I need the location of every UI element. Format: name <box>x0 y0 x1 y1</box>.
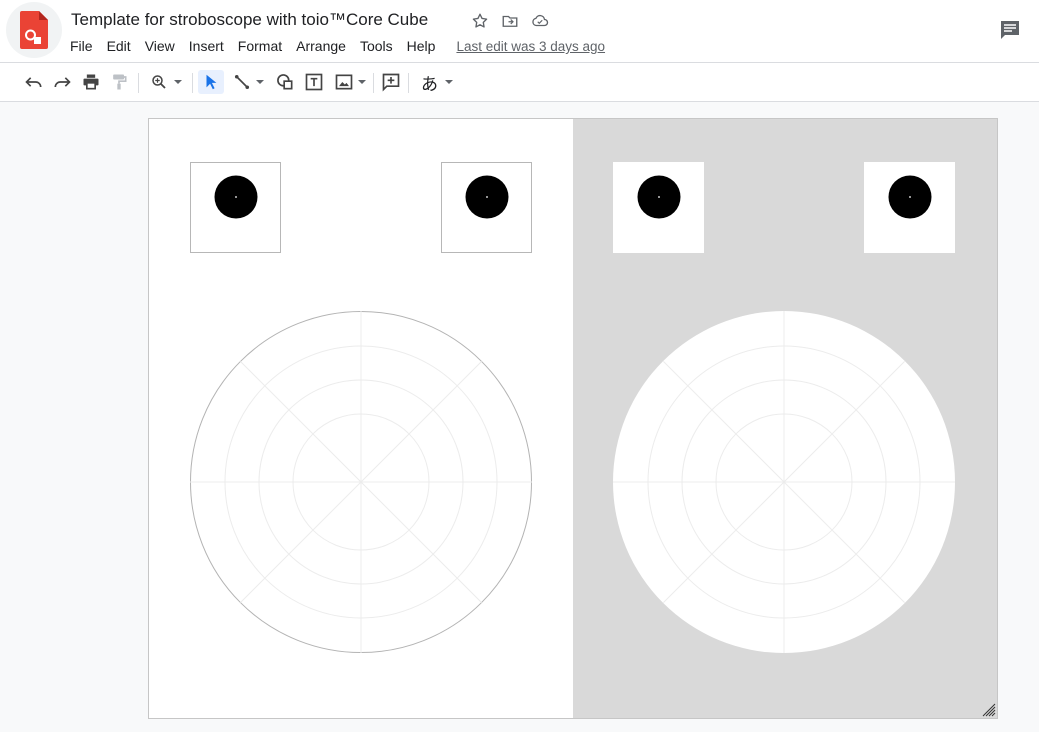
marker-box-top-right[interactable] <box>441 162 532 253</box>
menu-file[interactable]: File <box>63 37 100 57</box>
menu-tools[interactable]: Tools <box>353 37 400 57</box>
select-icon[interactable] <box>198 70 224 94</box>
app-header: Template for stroboscope with toio™Core … <box>0 0 1039 62</box>
add-comment-icon[interactable] <box>379 70 403 94</box>
drawing-canvas[interactable] <box>148 118 998 719</box>
shape-icon[interactable] <box>273 70 297 94</box>
marker-box-grey-right[interactable] <box>864 162 955 253</box>
marker-box-grey-left[interactable] <box>613 162 704 253</box>
paint-format-icon[interactable] <box>107 70 131 94</box>
menu-edit[interactable]: Edit <box>100 37 138 57</box>
star-icon[interactable] <box>470 11 490 31</box>
chevron-down-icon <box>174 80 182 84</box>
toolbar-separator <box>192 73 193 93</box>
menu-arrange[interactable]: Arrange <box>289 37 353 57</box>
menu-view[interactable]: View <box>138 37 182 57</box>
cloud-status-icon[interactable] <box>530 11 550 31</box>
toolbar-separator <box>408 73 409 93</box>
line-icon[interactable] <box>228 70 268 94</box>
marker-box-top-left[interactable] <box>190 162 281 253</box>
input-tools-label: あ <box>421 74 438 95</box>
chevron-down-icon <box>255 80 264 84</box>
drawings-logo-icon[interactable] <box>6 2 62 58</box>
print-icon[interactable] <box>79 70 103 94</box>
document-title[interactable]: Template for stroboscope with toio™Core … <box>71 10 428 30</box>
toolbar: あ <box>0 62 1039 102</box>
undo-icon[interactable] <box>22 70 46 94</box>
text-box-icon[interactable] <box>302 70 326 94</box>
chevron-down-icon <box>358 80 366 84</box>
image-icon[interactable] <box>331 70 369 94</box>
zoom-icon[interactable] <box>145 70 187 94</box>
toolbar-separator <box>138 73 139 93</box>
last-edit-link[interactable]: Last edit was 3 days ago <box>442 37 605 57</box>
move-to-folder-icon[interactable] <box>500 11 520 31</box>
menu-bar: File Edit View Insert Format Arrange Too… <box>63 37 605 57</box>
polar-grid-left[interactable] <box>190 311 532 653</box>
input-tools-icon[interactable]: あ <box>416 70 458 95</box>
menu-help[interactable]: Help <box>400 37 443 57</box>
chevron-down-icon <box>445 80 453 84</box>
menu-format[interactable]: Format <box>231 37 289 57</box>
redo-icon[interactable] <box>50 70 74 94</box>
toolbar-separator <box>373 73 374 93</box>
menu-insert[interactable]: Insert <box>182 37 231 57</box>
drawing-shapes <box>190 162 955 653</box>
polar-grid-right[interactable] <box>613 311 955 653</box>
resize-handle-icon[interactable] <box>982 703 996 717</box>
comment-icon[interactable] <box>998 18 1022 42</box>
